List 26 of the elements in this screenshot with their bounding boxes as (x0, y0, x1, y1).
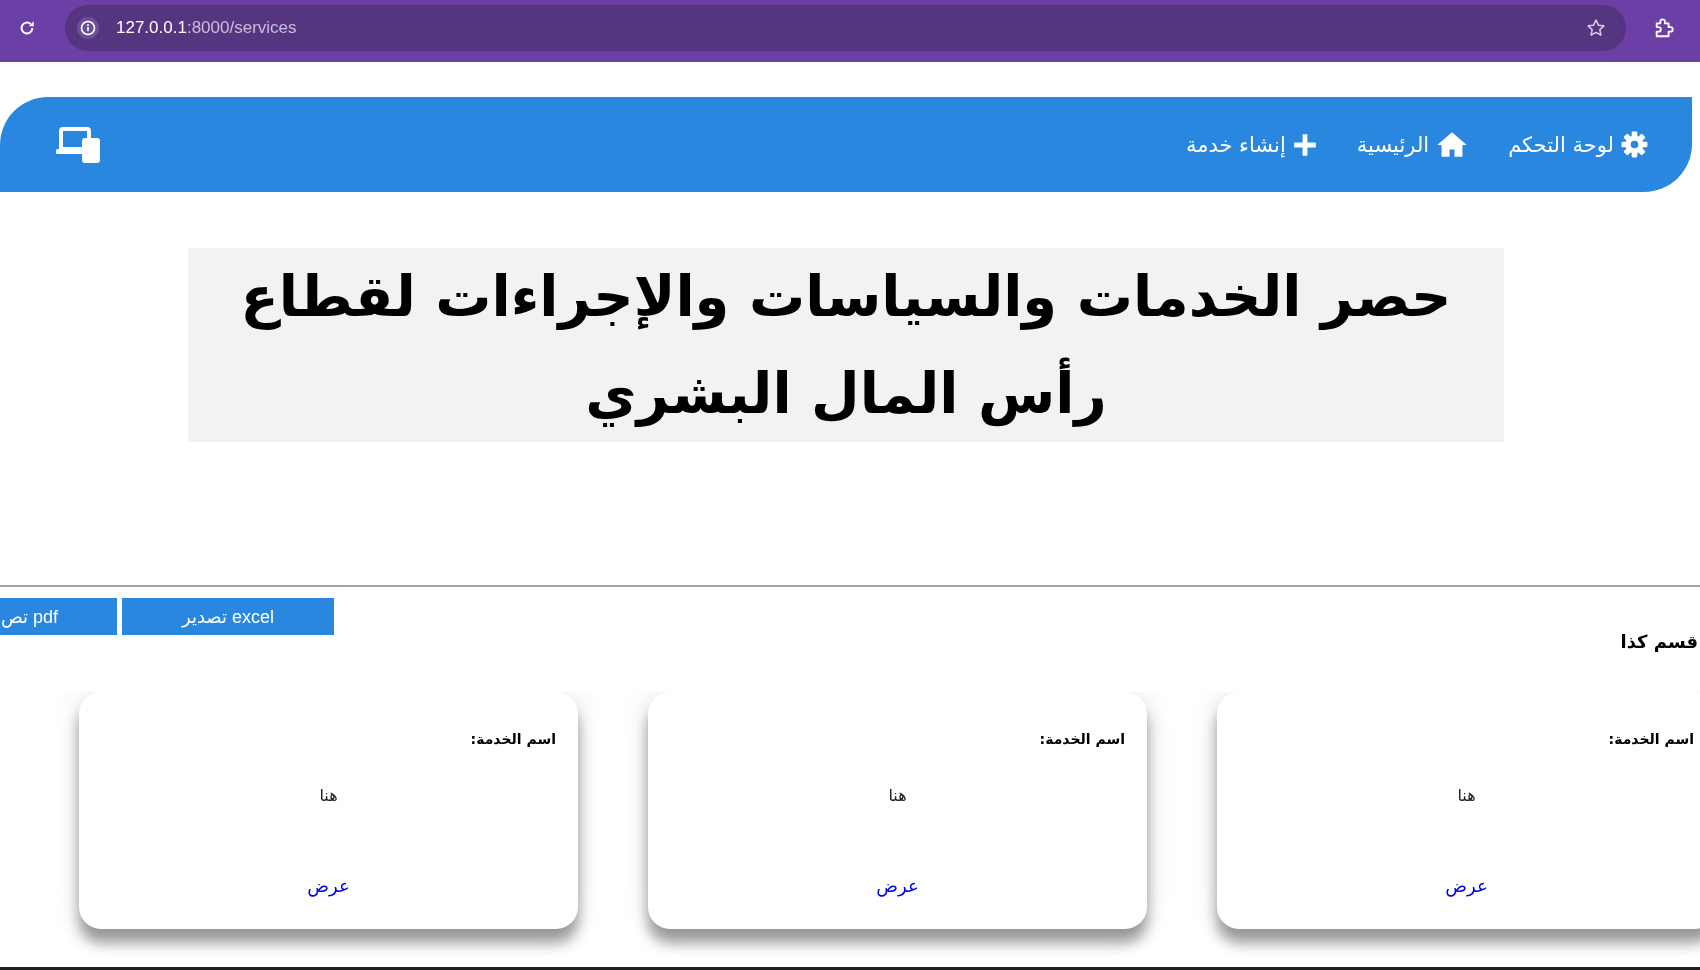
service-name-value: هنا (1457, 786, 1476, 806)
section-heading: قسم كذا (1620, 631, 1699, 653)
nav-link[interactable]: الرئيسية (1356, 131, 1469, 158)
star-icon[interactable] (1586, 18, 1606, 38)
url-text: 127.0.0.1:8000/services (116, 18, 297, 38)
view-link[interactable]: عرض (876, 875, 919, 897)
info-icon[interactable] (77, 17, 99, 39)
service-name-value: هنا (319, 786, 338, 806)
reload-icon[interactable] (18, 19, 36, 37)
nav-link[interactable]: إنشاء خدمة (1185, 132, 1317, 157)
service-name-label: اسم الخدمة: (1039, 730, 1125, 748)
devices-icon[interactable] (56, 126, 102, 163)
export-button[interactable]: تص pdf (0, 598, 117, 635)
plus-icon (1292, 132, 1317, 157)
page-title: حصر الخدمات والسياسات والإجراءات لقطاع رأس المال البشري (239, 263, 1453, 429)
address-bar[interactable]: 127.0.0.1:8000/services (65, 5, 1626, 51)
service-name-value: هنا (888, 786, 907, 806)
puzzle-icon[interactable] (1653, 17, 1675, 39)
view-link[interactable]: عرض (1445, 875, 1488, 897)
service-name-label: اسم الخدمة: (1608, 730, 1694, 748)
nav-link[interactable]: لوحة التحكم (1508, 131, 1648, 158)
gear-icon (1621, 131, 1648, 158)
service-name-label: اسم الخدمة: (470, 730, 556, 748)
view-link[interactable]: عرض (307, 875, 350, 897)
home-icon (1436, 131, 1469, 158)
export-button[interactable]: تصدير excel (122, 598, 334, 635)
